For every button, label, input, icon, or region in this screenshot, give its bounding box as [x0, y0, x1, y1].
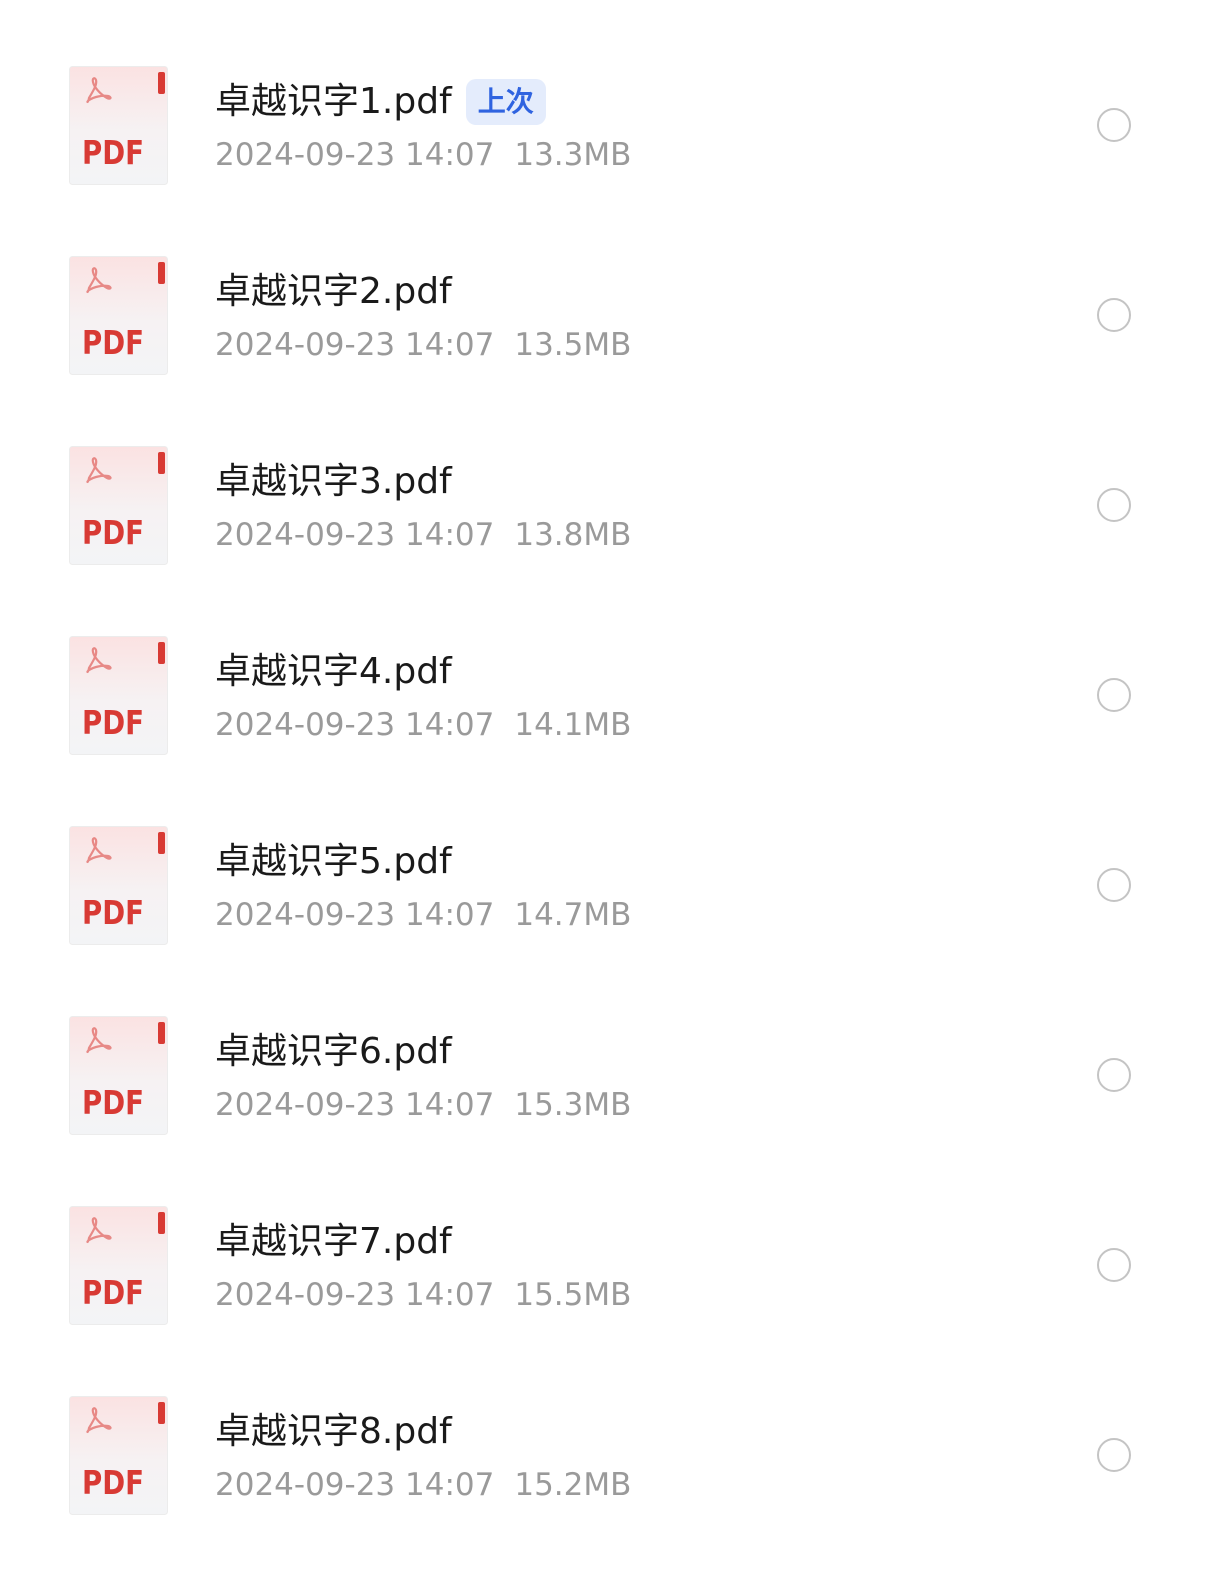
file-name: 卓越识字4.pdf — [215, 651, 452, 692]
file-name-line: 卓越识字1.pdf 上次 — [215, 76, 546, 128]
file-meta: 2024-09-23 14:07 15.3MB — [215, 1084, 631, 1126]
file-date: 2024-09-23 14:07 — [215, 1277, 495, 1313]
file-row[interactable]: PDF 卓越识字1.pdf 上次 2024-09-23 14:07 13.3MB — [0, 66, 1220, 256]
pdf-file-icon: PDF — [69, 256, 169, 376]
file-row[interactable]: PDF 卓越识字8.pdf 2024-09-23 14:07 15.2MB — [0, 1396, 1220, 1586]
file-date: 2024-09-23 14:07 — [215, 517, 495, 553]
file-name-line: 卓越识字2.pdf — [215, 266, 452, 318]
pdf-file-icon: PDF — [69, 1016, 169, 1136]
radio-circle-icon[interactable] — [1097, 1248, 1131, 1282]
file-name: 卓越识字1.pdf — [215, 81, 452, 122]
svg-text:PDF: PDF — [82, 513, 144, 552]
file-size: 15.3MB — [514, 1087, 632, 1123]
file-name: 卓越识字5.pdf — [215, 841, 452, 882]
file-row[interactable]: PDF 卓越识字7.pdf 2024-09-23 14:07 15.5MB — [0, 1206, 1220, 1396]
file-row[interactable]: PDF 卓越识字2.pdf 2024-09-23 14:07 13.5MB — [0, 256, 1220, 446]
pdf-file-icon: PDF — [69, 446, 169, 566]
file-date: 2024-09-23 14:07 — [215, 707, 495, 743]
svg-text:PDF: PDF — [82, 1083, 144, 1122]
file-row[interactable]: PDF 卓越识字6.pdf 2024-09-23 14:07 15.3MB — [0, 1016, 1220, 1206]
file-size: 15.2MB — [514, 1467, 632, 1503]
file-list: PDF 卓越识字1.pdf 上次 2024-09-23 14:07 13.3MB … — [0, 0, 1220, 1581]
svg-text:PDF: PDF — [82, 1273, 144, 1312]
file-name-line: 卓越识字5.pdf — [215, 836, 452, 888]
svg-text:PDF: PDF — [82, 703, 144, 742]
file-name-line: 卓越识字6.pdf — [215, 1026, 452, 1078]
svg-text:PDF: PDF — [82, 133, 144, 172]
svg-text:PDF: PDF — [82, 893, 144, 932]
recent-badge: 上次 — [465, 79, 546, 125]
file-size: 13.5MB — [514, 327, 632, 363]
pdf-file-icon: PDF — [69, 66, 169, 186]
file-row[interactable]: PDF 卓越识字5.pdf 2024-09-23 14:07 14.7MB — [0, 826, 1220, 1016]
file-name: 卓越识字8.pdf — [215, 1411, 452, 1452]
file-date: 2024-09-23 14:07 — [215, 137, 495, 173]
radio-circle-icon[interactable] — [1097, 1438, 1131, 1472]
pdf-file-icon: PDF — [69, 636, 169, 756]
file-meta: 2024-09-23 14:07 14.1MB — [215, 704, 631, 746]
file-size: 13.3MB — [514, 137, 632, 173]
file-row[interactable]: PDF 卓越识字3.pdf 2024-09-23 14:07 13.8MB — [0, 446, 1220, 636]
file-meta: 2024-09-23 14:07 13.8MB — [215, 514, 631, 556]
file-name: 卓越识字3.pdf — [215, 461, 452, 502]
file-meta: 2024-09-23 14:07 13.5MB — [215, 324, 631, 366]
file-meta: 2024-09-23 14:07 14.7MB — [215, 894, 631, 936]
file-size: 14.7MB — [514, 897, 632, 933]
radio-circle-icon[interactable] — [1097, 108, 1131, 142]
file-meta: 2024-09-23 14:07 15.5MB — [215, 1274, 631, 1316]
radio-circle-icon[interactable] — [1097, 678, 1131, 712]
radio-circle-icon[interactable] — [1097, 1058, 1131, 1092]
radio-circle-icon[interactable] — [1097, 488, 1131, 522]
file-meta: 2024-09-23 14:07 15.2MB — [215, 1464, 631, 1506]
radio-circle-icon[interactable] — [1097, 868, 1131, 902]
file-date: 2024-09-23 14:07 — [215, 327, 495, 363]
file-size: 15.5MB — [514, 1277, 632, 1313]
svg-text:PDF: PDF — [82, 323, 144, 362]
file-name-line: 卓越识字7.pdf — [215, 1216, 452, 1268]
file-size: 14.1MB — [514, 707, 632, 743]
pdf-file-icon: PDF — [69, 1206, 169, 1326]
file-meta: 2024-09-23 14:07 13.3MB — [215, 134, 631, 176]
file-name-line: 卓越识字4.pdf — [215, 646, 452, 698]
file-date: 2024-09-23 14:07 — [215, 1467, 495, 1503]
file-row[interactable]: PDF 卓越识字4.pdf 2024-09-23 14:07 14.1MB — [0, 636, 1220, 826]
pdf-file-icon: PDF — [69, 1396, 169, 1516]
file-name: 卓越识字6.pdf — [215, 1031, 452, 1072]
pdf-file-icon: PDF — [69, 826, 169, 946]
file-size: 13.8MB — [514, 517, 632, 553]
file-date: 2024-09-23 14:07 — [215, 897, 495, 933]
file-name: 卓越识字7.pdf — [215, 1221, 452, 1262]
file-name-line: 卓越识字8.pdf — [215, 1406, 452, 1458]
file-name-line: 卓越识字3.pdf — [215, 456, 452, 508]
radio-circle-icon[interactable] — [1097, 298, 1131, 332]
file-date: 2024-09-23 14:07 — [215, 1087, 495, 1123]
svg-text:PDF: PDF — [82, 1463, 144, 1502]
file-name: 卓越识字2.pdf — [215, 271, 452, 312]
